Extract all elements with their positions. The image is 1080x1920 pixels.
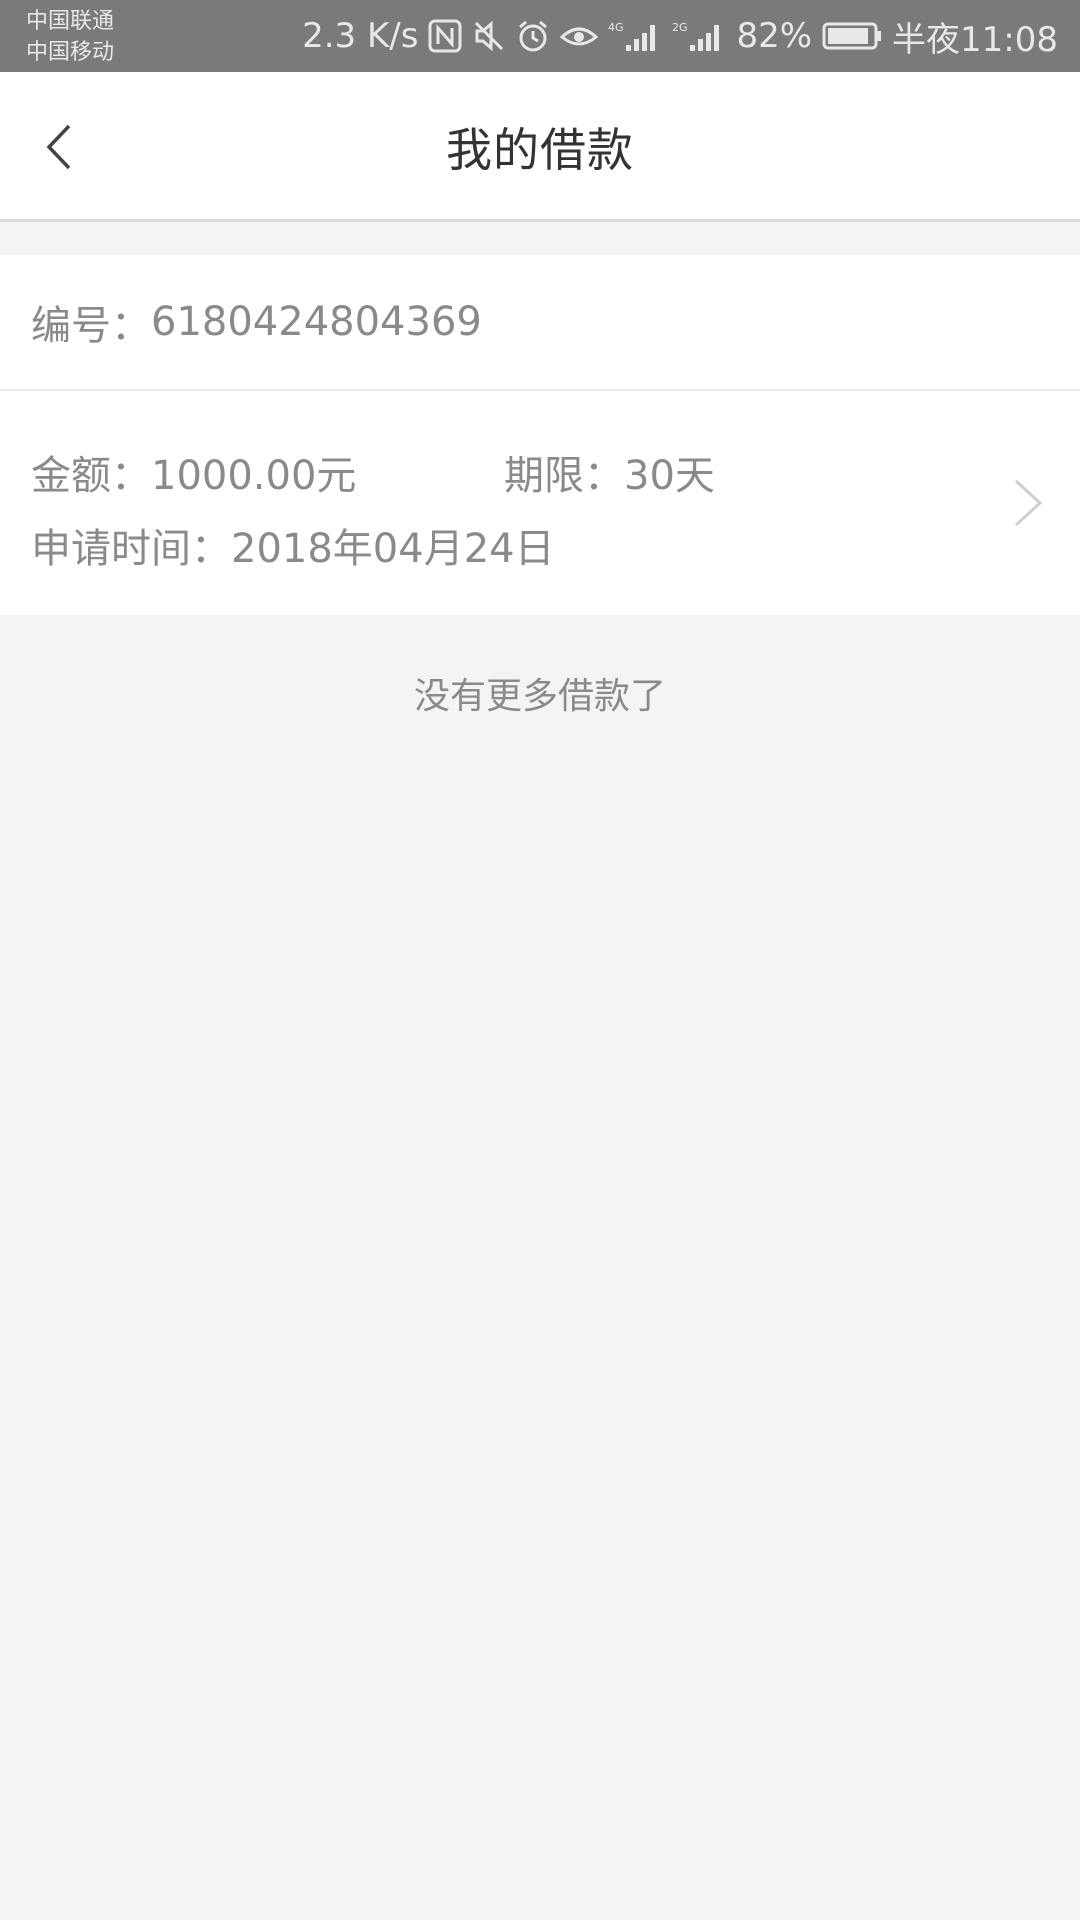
back-button[interactable] — [28, 112, 88, 182]
loan-term: 期限：30天 — [504, 443, 715, 501]
no-more-loans-text: 没有更多借款了 — [413, 676, 666, 717]
loan-detail-row[interactable] — [0, 393, 1080, 615]
loan-date-label: 申请时间： — [31, 526, 231, 572]
loan-apply-date: 申请时间：2018年04月24日 — [31, 516, 555, 574]
status-bar: 中国联通 中国移动 2.3 K/s 4G 2G 82% 半夜11:08 — [0, 0, 1080, 72]
loan-amount: 金额：1000.00元 — [31, 443, 356, 501]
battery-percent: 82% — [736, 16, 813, 56]
loan-number-row: 编号： 6180424804369 — [0, 255, 1080, 391]
signal-2g-icon: 2G — [672, 19, 726, 53]
alarm-icon — [516, 19, 550, 53]
svg-text:2G: 2G — [672, 21, 688, 34]
carrier-2: 中国移动 — [26, 40, 115, 65]
nfc-icon — [428, 19, 462, 53]
chevron-left-icon — [46, 124, 71, 170]
loan-amount-value: 1000.00元 — [151, 453, 357, 499]
loan-number-value: 6180424804369 — [151, 299, 482, 345]
carrier-info: 中国联通 中国移动 — [26, 6, 114, 68]
svg-text:4G: 4G — [608, 21, 624, 34]
loan-amount-label: 金额： — [31, 453, 151, 499]
status-icons: 2.3 K/s 4G 2G 82% 半夜11:08 — [302, 0, 1058, 72]
eye-icon — [560, 19, 599, 53]
network-speed: 2.3 K/s — [302, 16, 419, 56]
loan-number-label: 编号： — [31, 303, 151, 349]
loan-term-label: 期限： — [504, 453, 624, 499]
clock: 半夜11:08 — [892, 19, 1058, 60]
carrier-1: 中国联通 — [26, 9, 115, 34]
signal-4g-icon: 4G — [608, 19, 662, 53]
battery-icon — [822, 21, 882, 51]
app-header: 我的借款 — [0, 72, 1080, 222]
loan-date-value: 2018年04月24日 — [231, 526, 555, 572]
chevron-right-icon[interactable] — [1012, 478, 1046, 528]
mute-icon — [472, 19, 506, 53]
loan-term-value: 30天 — [624, 453, 715, 499]
page-title: 我的借款 — [446, 123, 634, 177]
